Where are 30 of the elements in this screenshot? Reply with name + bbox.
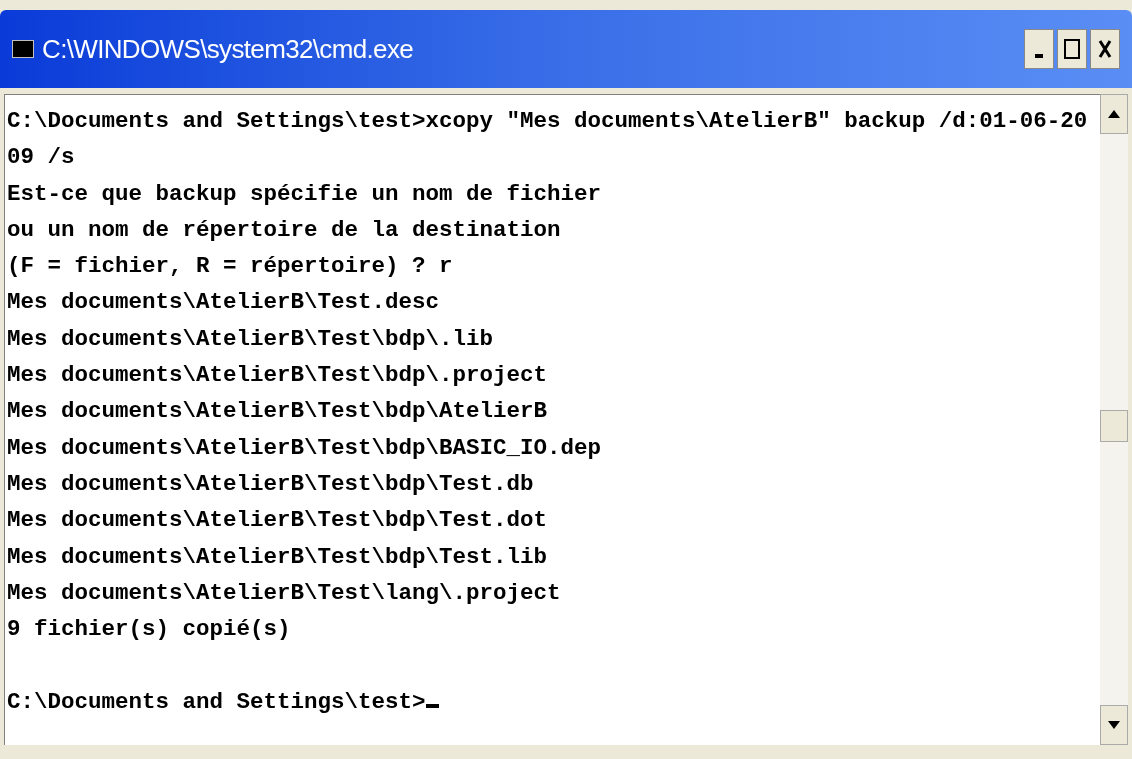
console-line: Mes documents\AtelierB\Test\bdp\BASIC_IO.dep — [7, 433, 602, 463]
console-line: Mes documents\AtelierB\Test\lang\.project — [7, 578, 561, 608]
console-line: ou un nom de répertoire de la destination — [7, 215, 561, 245]
console-icon — [12, 40, 34, 58]
close-icon — [1098, 39, 1112, 59]
console-line: Mes documents\AtelierB\Test\bdp\.lib — [7, 324, 494, 354]
console-line: Mes documents\AtelierB\Test\bdp\AtelierB — [7, 397, 548, 427]
down-arrow-icon — [1108, 721, 1120, 729]
scrollbar[interactable] — [1100, 94, 1128, 745]
console-line: Mes documents\AtelierB\Test\bdp\Test.lib — [7, 542, 548, 572]
console-line: Mes documents\AtelierB\Test\bdp\Test.dot — [7, 506, 548, 536]
maximize-button[interactable] — [1057, 29, 1087, 69]
maximize-icon — [1064, 39, 1080, 59]
window-title: C:\WINDOWS\system32\cmd.exe — [42, 32, 415, 66]
console-line: C:\Documents and Settings\test> — [7, 687, 426, 717]
console-line: Mes documents\AtelierB\Test\bdp\Test.db — [7, 469, 534, 499]
close-button[interactable] — [1090, 29, 1120, 69]
minimize-icon — [1035, 54, 1043, 58]
console-line: 09 /s — [7, 143, 75, 173]
up-arrow-icon — [1108, 110, 1120, 118]
console-line: Est-ce que backup spécifie un nom de fichier — [7, 179, 602, 209]
scroll-up-button[interactable] — [1100, 94, 1128, 134]
scroll-thumb[interactable] — [1100, 410, 1128, 442]
console-line: 9 fichier(s) copié(s) — [7, 615, 291, 645]
console-line: (F = fichier, R = répertoire) ? r — [7, 252, 453, 282]
console-line: C:\Documents and Settings\test>xcopy "Mes documents\AtelierB" backup /d:01-06-20 — [7, 107, 1088, 136]
console-line: Mes documents\AtelierB\Test\bdp\.project — [7, 361, 548, 391]
scroll-down-button[interactable] — [1100, 705, 1128, 745]
minimize-button[interactable] — [1024, 29, 1054, 69]
console-line: Mes documents\AtelierB\Test.desc — [7, 288, 440, 318]
